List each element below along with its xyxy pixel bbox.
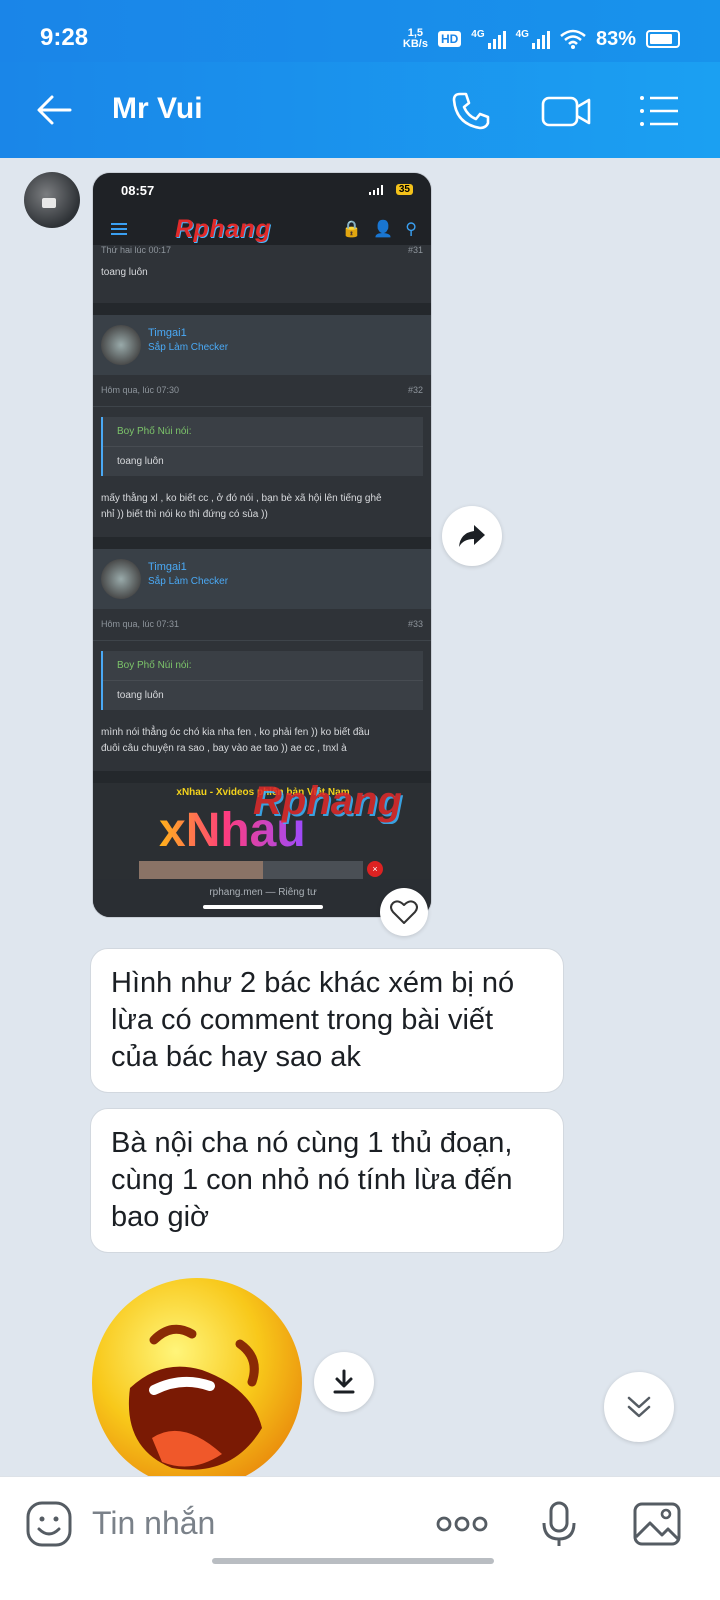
shot-user-avatar (101, 559, 141, 599)
gallery-icon[interactable] (632, 1499, 682, 1549)
microphone-icon[interactable] (534, 1499, 584, 1549)
battery-percent: 83% (595, 27, 636, 50)
forward-button[interactable] (442, 506, 502, 566)
gesture-nav-bar[interactable] (212, 1558, 494, 1564)
contact-name[interactable]: Mr Vui (112, 92, 203, 126)
shot-quote: Boy Phố Núi nói: toang luôn (101, 417, 423, 476)
shot-post-user: Timgai1 Sắp Làm Checker (93, 549, 431, 609)
heart-icon (390, 900, 418, 924)
shot-signal-icon (369, 185, 383, 195)
status-icons: 1,5 KB/s HD 4G 4G 83% (403, 24, 680, 54)
message-input[interactable]: Tin nhắn (92, 1505, 215, 1542)
shot-add-user-icon: 👤 (373, 221, 394, 238)
shot-home-indicator (203, 905, 323, 909)
shot-battery-icon: 35 (395, 184, 413, 195)
video-camera-icon[interactable] (540, 88, 592, 134)
emoji-icon[interactable] (24, 1499, 74, 1549)
text-message[interactable]: Hình như 2 bác khác xém bị nó lừa có com… (90, 948, 564, 1093)
hd-icon: HD (437, 31, 462, 47)
wifi-icon (560, 29, 586, 49)
sender-avatar[interactable] (24, 172, 80, 228)
menu-list-icon[interactable] (636, 88, 682, 134)
download-button[interactable] (314, 1352, 374, 1412)
status-time: 9:28 (40, 24, 89, 51)
download-icon (333, 1369, 355, 1394)
shot-status-bar: 08:57 35 (93, 173, 431, 209)
back-arrow-icon[interactable] (34, 90, 74, 130)
message-input-bar: Tin nhắn (0, 1476, 720, 1600)
chat-header: Mr Vui (0, 62, 720, 158)
signal-icon: 4G (471, 29, 506, 49)
text-message[interactable]: Bà nội cha nó cùng 1 thủ đoạn, cùng 1 co… (90, 1108, 564, 1253)
more-options-icon[interactable] (434, 1499, 490, 1549)
reaction-button[interactable] (380, 888, 428, 936)
scroll-to-bottom-button[interactable] (604, 1372, 674, 1442)
image-message[interactable]: 08:57 35 Rphang 🔒 👤 ⚲ Thứ hai lúc 00:17 … (92, 172, 432, 918)
phone-icon[interactable] (448, 88, 494, 134)
laughing-face-sticker[interactable] (92, 1278, 302, 1488)
shot-post-user: Timgai1 Sắp Làm Checker (93, 315, 431, 375)
shot-menu-icon (111, 223, 127, 235)
shot-close-icon: × (367, 861, 383, 877)
laughing-face-icon (128, 1324, 262, 1470)
net-speed: 1,5 KB/s (402, 27, 428, 50)
shot-quote: Boy Phố Núi nói: toang luôn (101, 651, 423, 710)
shot-post-text: mình nói thẳng óc chó kia nha fen , ko p… (101, 727, 370, 754)
shot-search-icon: ⚲ (405, 221, 417, 238)
watermark-logo: Rphang (253, 779, 402, 823)
double-chevron-down-icon (627, 1396, 651, 1418)
shot-user-avatar (101, 325, 141, 365)
share-arrow-icon (459, 525, 485, 547)
battery-icon (646, 30, 680, 48)
signal-icon-2: 4G (516, 29, 550, 49)
shot-logo: Rphang (175, 215, 272, 243)
shot-lock-icon: 🔒 (341, 221, 362, 238)
shot-post-text: mấy thằng xl , ko biết cc , ở đó nói , b… (101, 493, 382, 520)
status-bar: 9:28 1,5 KB/s HD 4G 4G 83% (0, 0, 720, 62)
